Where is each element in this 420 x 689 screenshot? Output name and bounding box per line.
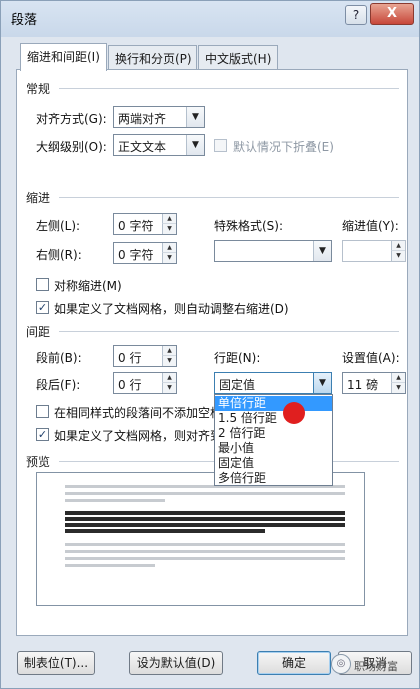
spin-down-icon[interactable]: ▼: [162, 224, 176, 234]
outline-level-select[interactable]: 正文文本 ▼: [113, 134, 205, 156]
watermark-logo-icon: ◎: [331, 654, 351, 674]
mirror-indent-label: 对称缩进(M): [54, 279, 122, 293]
chevron-down-icon[interactable]: ▼: [186, 135, 204, 155]
indent-by-label: 缩进值(Y):: [342, 219, 399, 233]
spacing-after-value: 0 行: [118, 378, 142, 392]
snap-to-grid-checkbox[interactable]: ✓: [36, 428, 49, 441]
auto-adjust-right-indent-checkbox[interactable]: ✓: [36, 301, 49, 314]
spacing-after-spinner[interactable]: 0 行 ▲ ▼: [113, 372, 177, 394]
outline-level-value: 正文文本: [118, 140, 167, 154]
chevron-down-icon[interactable]: ▼: [313, 373, 331, 393]
ok-button[interactable]: 确定: [257, 651, 331, 675]
spin-up-icon[interactable]: ▲: [391, 373, 405, 383]
spin-up-icon[interactable]: ▲: [162, 214, 176, 224]
preview-text-line: [65, 492, 345, 495]
auto-adjust-right-indent-label: 如果定义了文档网格，则自动调整右缩进(D): [54, 302, 289, 316]
paragraph-dialog: 段落 ? X 缩进和间距(I) 换行和分页(P) 中文版式(H) 常规 对齐方式…: [0, 0, 420, 689]
line-spacing-option[interactable]: 1.5 倍行距: [215, 411, 332, 426]
help-button[interactable]: ?: [345, 5, 367, 25]
right-indent-value: 0 字符: [118, 248, 154, 262]
spacing-at-value: 11 磅: [347, 378, 379, 392]
left-indent-label: 左侧(L):: [36, 219, 81, 233]
spin-up-icon[interactable]: ▲: [162, 243, 176, 253]
special-indent-label: 特殊格式(S):: [214, 219, 284, 233]
alignment-label: 对齐方式(G):: [36, 112, 107, 126]
spin-down-icon[interactable]: ▼: [162, 253, 176, 263]
no-space-same-style-label: 在相同样式的段落间不添加空格: [54, 406, 223, 420]
spin-up-icon[interactable]: ▲: [162, 346, 176, 356]
general-section-label: 常规: [26, 82, 51, 96]
line-spacing-select[interactable]: 固定值 ▼: [214, 372, 332, 394]
collapse-default-checkbox[interactable]: [214, 139, 227, 152]
spin-up-icon[interactable]: ▲: [391, 241, 405, 251]
spacing-at-spinner[interactable]: 11 磅 ▲ ▼: [342, 372, 406, 394]
spacing-before-value: 0 行: [118, 351, 142, 365]
alignment-value: 两端对齐: [118, 112, 167, 126]
tab-asian-typography[interactable]: 中文版式(H): [198, 45, 278, 69]
indent-by-spinner[interactable]: ▲ ▼: [342, 240, 406, 262]
set-as-default-button[interactable]: 设为默认值(D): [129, 651, 223, 675]
spacing-divider: [59, 331, 399, 332]
line-spacing-option[interactable]: 固定值: [215, 456, 332, 471]
line-spacing-option[interactable]: 2 倍行距: [215, 426, 332, 441]
preview-text-line: [65, 564, 155, 567]
line-spacing-option[interactable]: 单倍行距: [215, 396, 332, 411]
indent-section-label: 缩进: [26, 191, 51, 205]
outline-level-label: 大纲级别(O):: [36, 140, 107, 154]
chevron-down-icon[interactable]: ▼: [313, 241, 331, 261]
line-spacing-dropdown-list: 单倍行距 1.5 倍行距 2 倍行距 最小值 固定值 多倍行距: [214, 394, 333, 486]
line-spacing-value: 固定值: [219, 378, 256, 392]
tab-line-page-breaks[interactable]: 换行和分页(P): [108, 45, 197, 69]
preview-text-line: [65, 529, 265, 533]
preview-text-line: [65, 517, 345, 521]
spin-down-icon[interactable]: ▼: [391, 251, 405, 261]
alignment-select[interactable]: 两端对齐 ▼: [113, 106, 205, 128]
no-space-same-style-checkbox[interactable]: [36, 405, 49, 418]
spin-down-icon[interactable]: ▼: [162, 356, 176, 366]
collapse-default-label: 默认情况下折叠(E): [233, 140, 334, 154]
preview-text-line: [65, 511, 345, 515]
spin-down-icon[interactable]: ▼: [162, 383, 176, 393]
indent-divider: [59, 197, 399, 198]
line-spacing-label: 行距(N):: [214, 351, 261, 365]
preview-text-line: [65, 499, 165, 502]
preview-text-line: [65, 543, 345, 546]
watermark-text: 职场财富: [354, 660, 398, 673]
line-spacing-option[interactable]: 多倍行距: [215, 471, 332, 486]
tab-indents-spacing[interactable]: 缩进和间距(I): [20, 43, 107, 71]
spacing-at-label: 设置值(A):: [342, 351, 400, 365]
click-marker: [283, 402, 305, 424]
left-indent-value: 0 字符: [118, 219, 154, 233]
preview-text-line: [65, 557, 345, 560]
spin-down-icon[interactable]: ▼: [391, 383, 405, 393]
chevron-down-icon[interactable]: ▼: [186, 107, 204, 127]
general-divider: [59, 88, 399, 89]
dialog-title: 段落: [11, 13, 38, 28]
special-indent-select[interactable]: ▼: [214, 240, 332, 262]
left-indent-spinner[interactable]: 0 字符 ▲ ▼: [113, 213, 177, 235]
title-bar[interactable]: 段落 ? X: [1, 1, 419, 37]
right-indent-label: 右侧(R):: [36, 248, 82, 262]
mirror-indent-checkbox[interactable]: [36, 278, 49, 291]
spacing-before-spinner[interactable]: 0 行 ▲ ▼: [113, 345, 177, 367]
right-indent-spinner[interactable]: 0 字符 ▲ ▼: [113, 242, 177, 264]
spacing-before-label: 段前(B):: [36, 351, 82, 365]
tabs-button[interactable]: 制表位(T)...: [17, 651, 95, 675]
spacing-section-label: 间距: [26, 325, 51, 339]
spacing-after-label: 段后(F):: [36, 378, 81, 392]
preview-text-line: [65, 523, 345, 527]
preview-pane: [36, 472, 365, 606]
close-button[interactable]: X: [370, 3, 414, 25]
preview-section-label: 预览: [26, 455, 51, 469]
line-spacing-option[interactable]: 最小值: [215, 441, 332, 456]
spin-up-icon[interactable]: ▲: [162, 373, 176, 383]
preview-text-line: [65, 550, 345, 553]
